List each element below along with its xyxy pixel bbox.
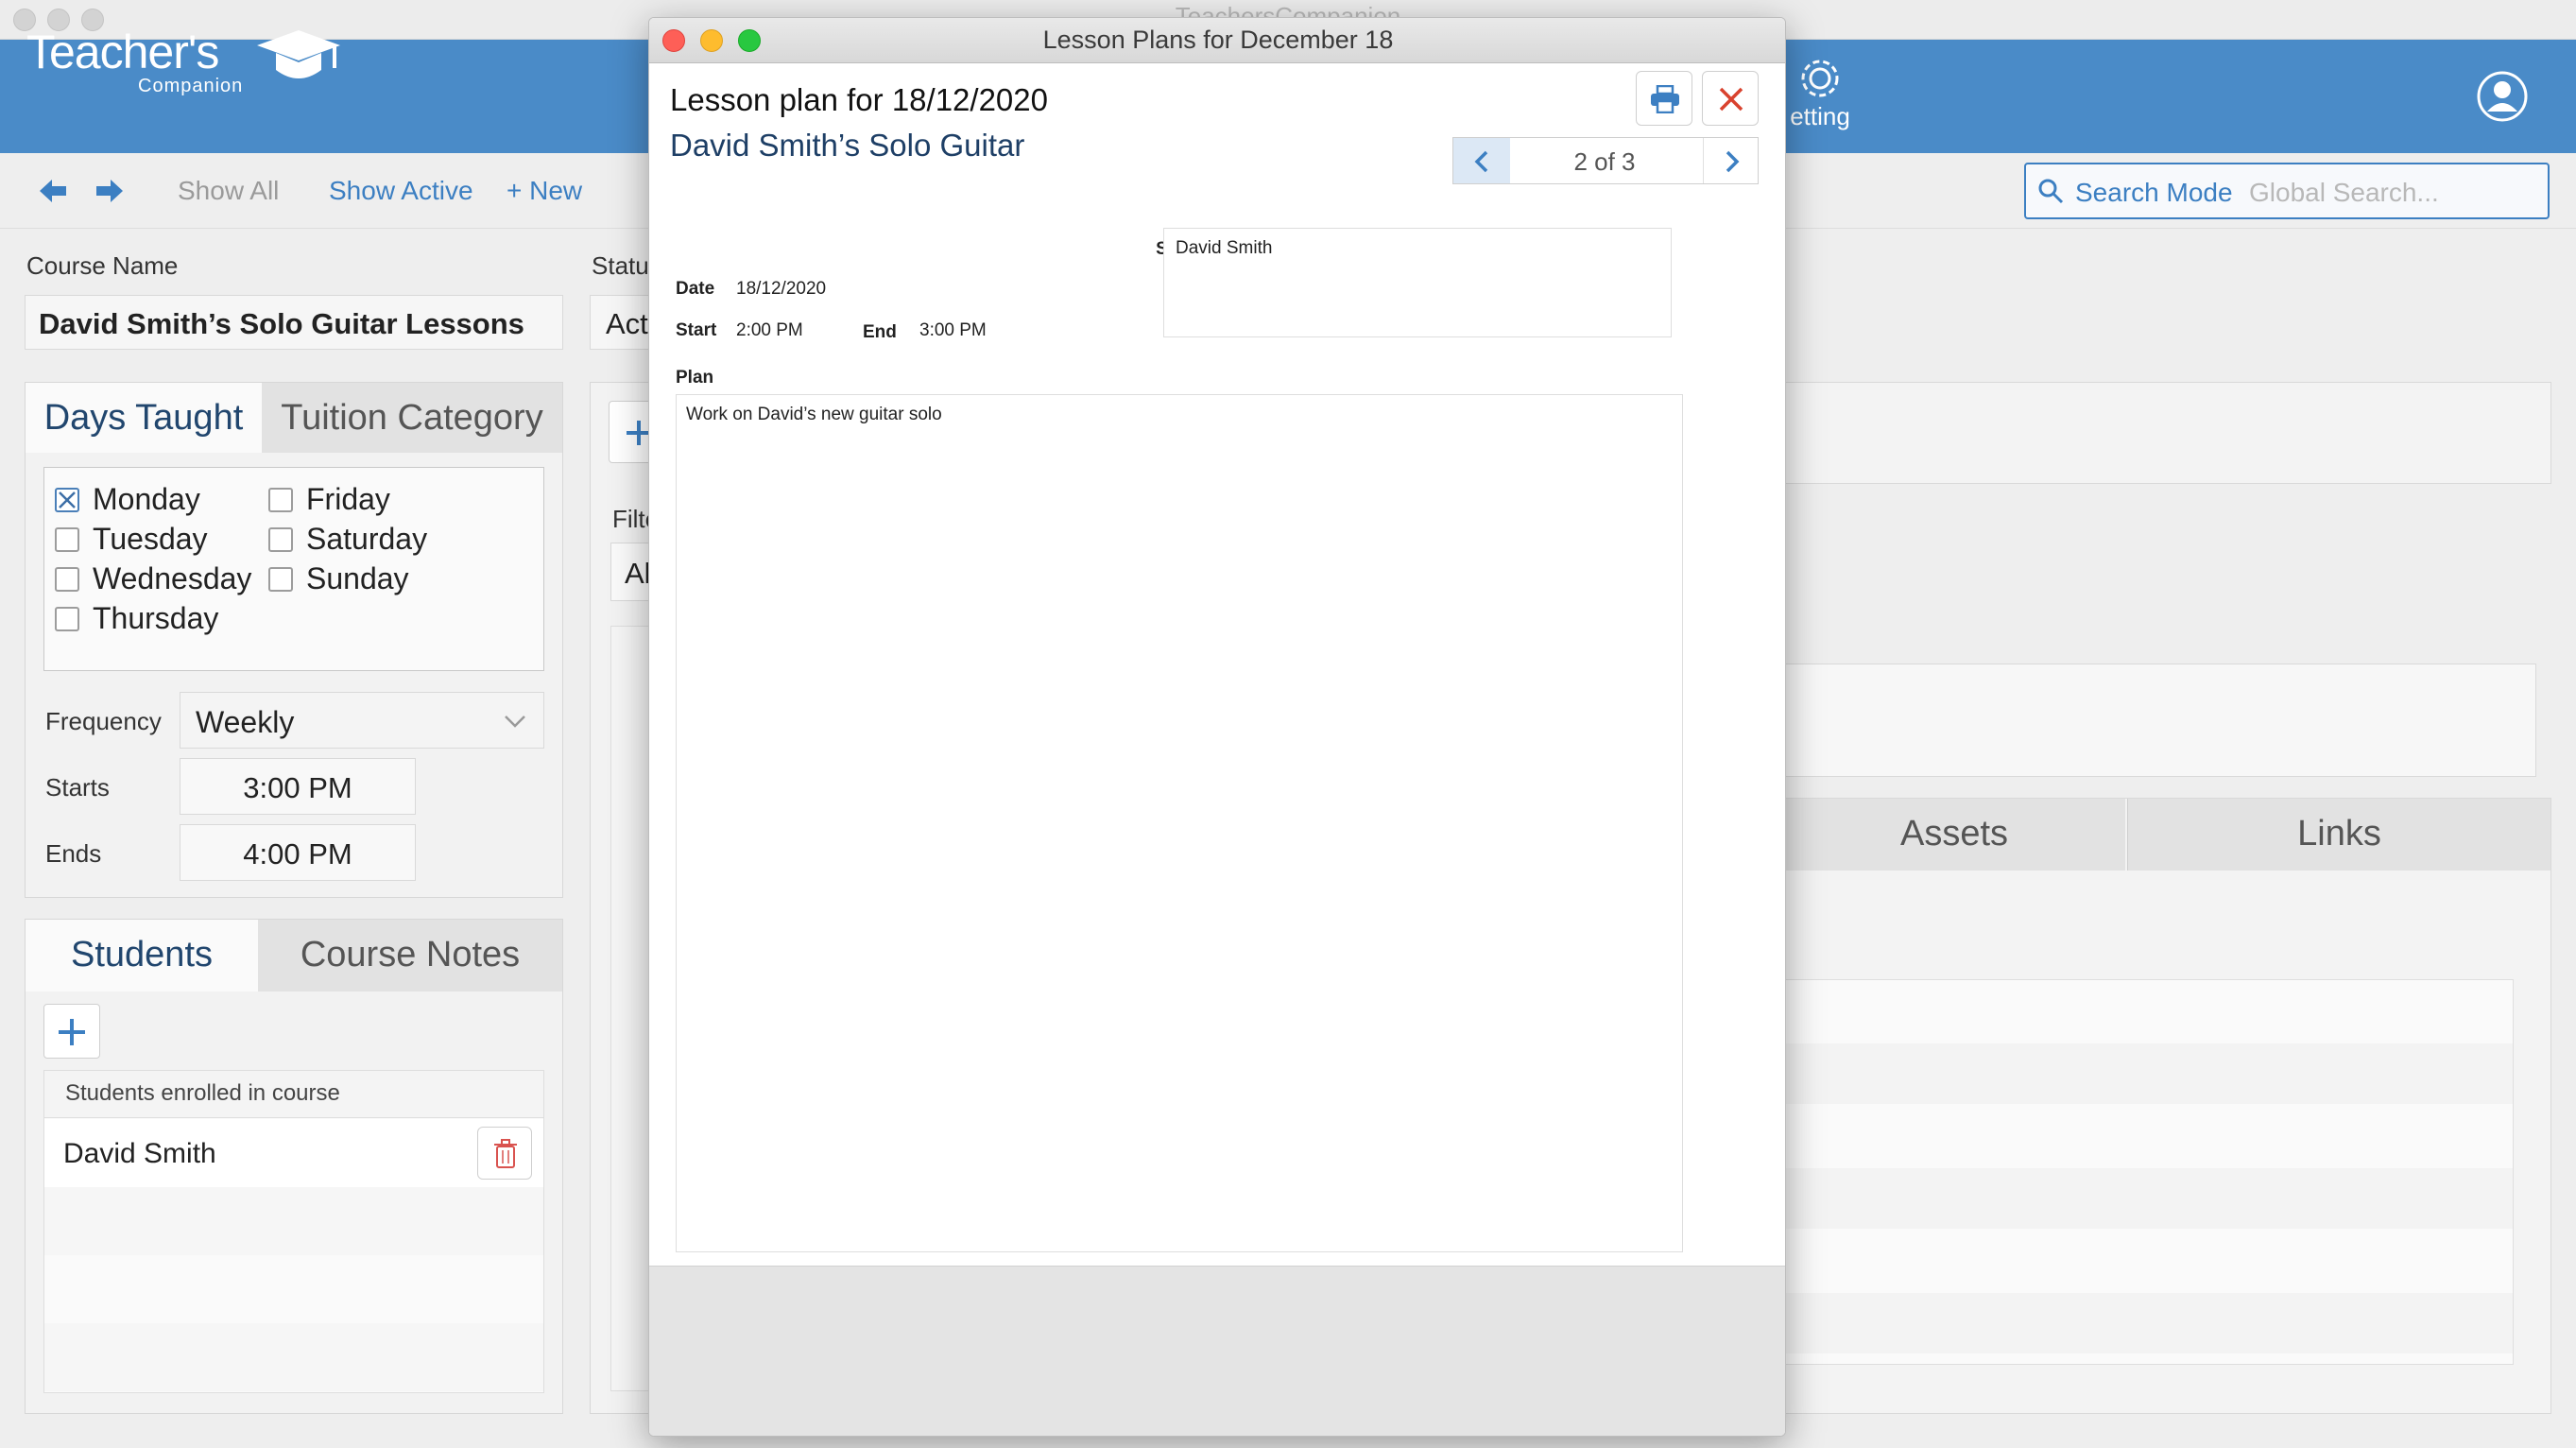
checkbox-saturday[interactable]	[268, 527, 293, 552]
close-icon	[1719, 87, 1743, 112]
table-row	[1783, 1293, 2513, 1353]
tab-assets[interactable]: Assets	[1783, 799, 2125, 871]
new-button[interactable]: + New	[507, 176, 582, 206]
printer-icon	[1651, 85, 1679, 113]
chevron-left-icon	[1474, 150, 1488, 173]
ends-value: 4:00 PM	[243, 837, 352, 871]
course-name-label: Course Name	[26, 251, 179, 280]
end-label: End	[863, 322, 897, 342]
dialog-titlebar: Lesson Plans for December 18	[649, 18, 1785, 63]
checkbox-wednesday[interactable]	[55, 567, 79, 592]
delete-student-button[interactable]	[477, 1127, 532, 1180]
list-item-empty	[44, 1323, 543, 1391]
checkbox-tuesday[interactable]	[55, 527, 79, 552]
search-icon	[2038, 179, 2064, 204]
end-value[interactable]: 3:00 PM	[919, 320, 987, 341]
gear-icon	[1801, 60, 1839, 97]
pager: 2 of 3	[1452, 137, 1759, 184]
logo-main-text: Teacher's	[26, 26, 219, 78]
list-item[interactable]: David Smith	[44, 1119, 543, 1187]
students-list-header-text: Students enrolled in course	[65, 1080, 340, 1106]
next-page-button[interactable]	[1703, 138, 1760, 183]
students-field[interactable]: David Smith	[1163, 228, 1672, 337]
right-info-box	[1782, 664, 2536, 777]
check-x-icon	[59, 491, 76, 509]
label-monday: Monday	[93, 482, 200, 516]
tab-course-notes[interactable]: Course Notes	[258, 920, 562, 991]
starts-value: 3:00 PM	[243, 771, 352, 804]
label-friday: Friday	[306, 482, 390, 516]
logo-sub-text: Companion	[138, 76, 244, 96]
search-input[interactable]: Global Search...	[2249, 178, 2439, 208]
label-thursday: Thursday	[93, 601, 219, 635]
label-saturday: Saturday	[306, 522, 428, 556]
starts-time-field[interactable]: 3:00 PM	[180, 758, 416, 815]
plan-textarea[interactable]: Work on David’s new guitar solo	[676, 394, 1683, 1252]
label-wednesday: Wednesday	[93, 561, 252, 595]
dialog-title: Lesson Plans for December 18	[1042, 26, 1394, 54]
frequency-label: Frequency	[45, 707, 162, 735]
table-row	[1783, 1043, 2513, 1104]
show-all-button[interactable]: Show All	[178, 176, 279, 206]
checkbox-monday[interactable]	[55, 488, 79, 512]
tab-links[interactable]: Links	[2127, 799, 2550, 871]
label-sunday: Sunday	[306, 561, 409, 595]
status-value: Act	[606, 307, 648, 340]
checkbox-friday[interactable]	[268, 488, 293, 512]
status-label: Statu	[592, 251, 649, 280]
previous-page-button[interactable]	[1453, 138, 1510, 183]
ends-time-field[interactable]: 4:00 PM	[180, 824, 416, 881]
right-top-panel	[1782, 382, 2551, 484]
tab-students[interactable]: Students	[26, 920, 258, 991]
students-value: David Smith	[1176, 238, 1273, 258]
trash-icon	[494, 1139, 517, 1168]
tab-days-taught[interactable]: Days Taught	[26, 383, 262, 453]
chevron-down-icon	[505, 715, 525, 728]
back-arrow-icon[interactable]	[40, 180, 68, 202]
user-account-icon[interactable]	[2476, 70, 2529, 123]
course-name-field[interactable]: David Smith’s Solo Guitar Lessons	[25, 295, 563, 350]
ends-label: Ends	[45, 839, 102, 868]
label-tuesday: Tuesday	[93, 522, 208, 556]
graduation-cap-icon	[257, 30, 340, 78]
start-value[interactable]: 2:00 PM	[736, 320, 803, 341]
chevron-right-icon	[1726, 150, 1740, 173]
search-mode-label[interactable]: Search Mode	[2075, 178, 2233, 208]
frequency-value: Weekly	[196, 705, 295, 739]
starts-label: Starts	[45, 773, 110, 802]
date-value[interactable]: 18/12/2020	[736, 279, 826, 300]
add-student-button[interactable]	[43, 1004, 100, 1059]
show-active-button[interactable]: Show Active	[329, 176, 473, 206]
close-dialog-button[interactable]	[1702, 71, 1759, 126]
dialog-footer	[649, 1266, 1785, 1436]
course-name-value: David Smith’s Solo Guitar Lessons	[39, 307, 524, 340]
checkbox-sunday[interactable]	[268, 567, 293, 592]
pager-text: 2 of 3	[1573, 147, 1636, 176]
lesson-plans-dialog: Lesson Plans for December 18 Lesson plan…	[648, 17, 1786, 1437]
plan-label: Plan	[676, 368, 714, 388]
checkbox-thursday[interactable]	[55, 607, 79, 631]
tab-tuition-category[interactable]: Tuition Category	[262, 383, 562, 453]
lesson-plan-subheading: David Smith’s Solo Guitar	[670, 128, 1025, 163]
students-list-header: Students enrolled in course	[44, 1071, 543, 1118]
student-name: David Smith	[63, 1138, 216, 1169]
forward-arrow-icon[interactable]	[94, 180, 123, 202]
list-item-empty	[44, 1187, 543, 1255]
start-label: Start	[676, 320, 717, 340]
plus-icon	[59, 1019, 85, 1045]
date-label: Date	[676, 279, 715, 299]
lesson-plan-heading: Lesson plan for 18/12/2020	[670, 82, 1048, 117]
app-logo: Teacher's Companion	[26, 25, 340, 100]
print-button[interactable]	[1636, 71, 1692, 126]
plan-value: Work on David’s new guitar solo	[686, 405, 942, 424]
global-search[interactable]: Search Mode Global Search...	[2024, 163, 2550, 219]
filter-value: Al	[625, 557, 651, 590]
frequency-select[interactable]: Weekly	[180, 692, 544, 749]
table-row	[1783, 1168, 2513, 1229]
